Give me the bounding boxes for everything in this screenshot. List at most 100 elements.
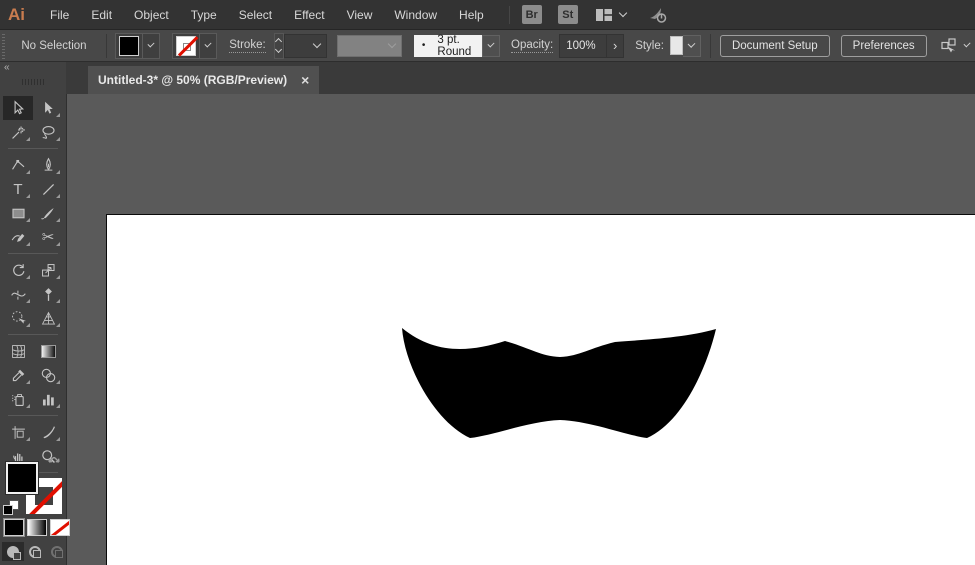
direct-selection-tool[interactable] — [33, 96, 63, 120]
color-button[interactable] — [4, 519, 24, 536]
collapse-panel-icon[interactable]: « — [4, 62, 9, 73]
workspace-chevron-down-icon[interactable] — [618, 9, 626, 17]
menu-item-object[interactable]: Object — [123, 1, 180, 29]
symbol-sprayer-tool-icon — [10, 391, 27, 408]
menu-item-select[interactable]: Select — [228, 1, 283, 29]
perspective-grid-tool[interactable] — [33, 306, 63, 330]
artboard-tool[interactable] — [3, 420, 33, 444]
lasso-tool[interactable] — [33, 120, 63, 144]
width-tool[interactable] — [3, 282, 33, 306]
chevron-down-icon[interactable] — [313, 40, 321, 48]
opacity-control: 100% › — [559, 34, 624, 58]
toolbar-grip[interactable] — [22, 79, 44, 85]
pen-tool[interactable] — [3, 153, 33, 177]
toolbar-separator — [8, 148, 58, 149]
select-similar-chevron-icon[interactable] — [963, 40, 970, 47]
rectangle-tool-icon — [10, 205, 27, 222]
shape-builder-tool-icon — [10, 310, 27, 327]
menu-item-help[interactable]: Help — [448, 1, 495, 29]
toolbar-separator — [8, 415, 58, 416]
stroke-weight-stepper[interactable] — [274, 33, 284, 59]
rotate-tool[interactable] — [3, 258, 33, 282]
menu-divider — [509, 6, 510, 24]
preferences-button[interactable]: Preferences — [841, 35, 927, 57]
color-mode-row — [4, 519, 70, 536]
stroke-label[interactable]: Stroke: — [229, 39, 265, 53]
eyedropper-tool-icon — [10, 367, 27, 384]
toolbar-panel-header[interactable]: « — [0, 62, 66, 94]
bridge-button[interactable]: Br — [522, 5, 542, 24]
pen-tool-icon — [10, 157, 27, 174]
default-fill-stroke-icon[interactable] — [3, 500, 19, 515]
draw-inside-button — [46, 542, 68, 561]
control-bar-grip[interactable] — [2, 33, 5, 59]
stroke-color-control — [172, 33, 217, 59]
menu-item-window[interactable]: Window — [383, 1, 448, 29]
selection-tool[interactable] — [3, 96, 33, 120]
type-tool-icon: T — [13, 182, 22, 197]
menu-item-file[interactable]: File — [39, 1, 80, 29]
opacity-label[interactable]: Opacity: — [511, 39, 553, 53]
fill-swatch[interactable] — [119, 36, 139, 56]
menu-item-view[interactable]: View — [336, 1, 384, 29]
style-label: Style: — [635, 40, 664, 52]
slice-tool-icon — [40, 424, 57, 441]
paintbrush-tool[interactable] — [33, 201, 63, 225]
shape-builder-tool[interactable] — [3, 306, 33, 330]
fill-color-swatch[interactable] — [6, 462, 38, 494]
menu-item-effect[interactable]: Effect — [283, 1, 335, 29]
menu-item-type[interactable]: Type — [180, 1, 228, 29]
magic-wand-tool[interactable] — [3, 120, 33, 144]
stepper-down-icon[interactable] — [275, 46, 282, 53]
gradient-button[interactable] — [27, 519, 47, 536]
puppet-warp-tool[interactable] — [33, 282, 63, 306]
stepper-up-icon[interactable] — [275, 38, 282, 45]
type-tool[interactable]: T — [3, 177, 33, 201]
gradient-tool[interactable] — [33, 339, 63, 363]
document-setup-button[interactable]: Document Setup — [720, 35, 830, 57]
brush-dropdown-button[interactable] — [482, 35, 500, 57]
paintbrush-tool-icon — [40, 205, 57, 222]
select-similar-icon[interactable] — [939, 36, 959, 56]
column-graph-tool[interactable] — [33, 387, 63, 411]
stock-button[interactable]: St — [558, 5, 578, 24]
fill-dropdown-button[interactable] — [142, 33, 159, 59]
swap-fill-stroke-icon[interactable] — [46, 456, 62, 472]
workspace-switcher-icon[interactable] — [594, 5, 614, 25]
menu-item-edit[interactable]: Edit — [80, 1, 123, 29]
style-swatch[interactable] — [670, 36, 683, 55]
scissors-tool[interactable]: ✂ — [33, 225, 63, 249]
menu-bar-right: Br St — [509, 5, 668, 25]
opacity-input[interactable]: 100% — [560, 40, 606, 52]
stroke-swatch-none[interactable] — [176, 36, 196, 56]
none-button[interactable] — [50, 519, 70, 536]
perspective-grid-tool-icon — [40, 310, 57, 327]
blend-tool[interactable] — [33, 363, 63, 387]
brush-name: 3 pt. Round — [437, 34, 472, 58]
opacity-arrow-button[interactable]: › — [606, 35, 623, 57]
stroke-dropdown-button[interactable] — [199, 33, 216, 59]
chevron-down-icon — [388, 40, 396, 48]
pencil-tool-icon — [10, 229, 27, 246]
rotate-tool-icon — [10, 262, 27, 279]
mesh-tool[interactable] — [3, 339, 33, 363]
stroke-weight-dropdown[interactable] — [284, 34, 327, 58]
curvature-tool[interactable] — [33, 153, 63, 177]
slice-tool[interactable] — [33, 420, 63, 444]
rectangle-tool[interactable] — [3, 201, 33, 225]
width-tool-icon — [10, 286, 27, 303]
tab-close-icon[interactable]: × — [301, 72, 309, 88]
pencil-tool[interactable] — [3, 225, 33, 249]
style-dropdown-button[interactable] — [683, 35, 701, 57]
brush-definition-box[interactable]: • 3 pt. Round — [414, 35, 482, 57]
scale-tool[interactable] — [33, 258, 63, 282]
document-tab[interactable]: Untitled-3* @ 50% (RGB/Preview) × — [88, 66, 319, 94]
eyedropper-tool[interactable] — [3, 363, 33, 387]
symbol-sprayer-tool[interactable] — [3, 387, 33, 411]
draw-normal-icon — [7, 546, 19, 558]
draw-normal-button[interactable] — [2, 542, 24, 561]
illustrator-logo: Ai — [8, 5, 25, 25]
draw-behind-button[interactable] — [24, 542, 46, 561]
mustache-shape[interactable] — [395, 322, 725, 447]
line-segment-tool[interactable] — [33, 177, 63, 201]
